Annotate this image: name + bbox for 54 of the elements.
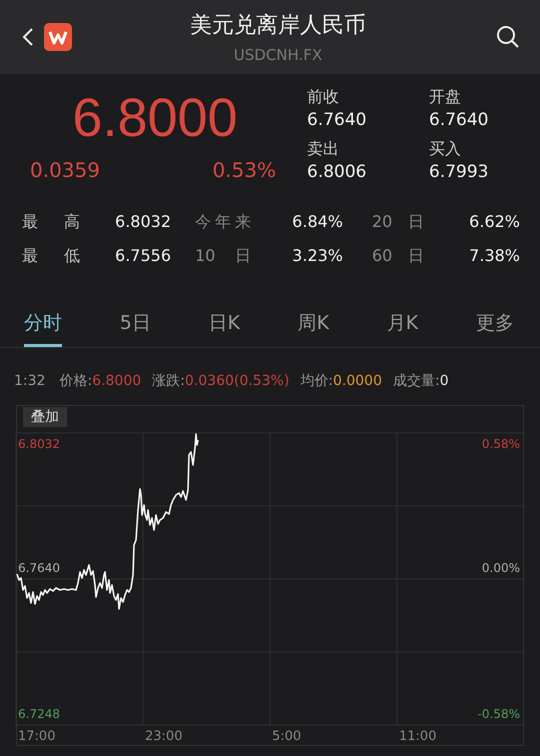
time-axis-label: 17:00 — [18, 729, 56, 744]
field-label: 前收 — [307, 86, 340, 108]
chart-tab[interactable]: 更多 — [476, 310, 514, 347]
time-axis-label: 5:00 — [272, 729, 302, 744]
search-icon[interactable] — [496, 25, 520, 49]
app-logo-icon[interactable] — [44, 23, 72, 51]
time-label: 1:32 — [14, 373, 46, 389]
stat-value: 6.62% — [468, 212, 520, 232]
chart-tab[interactable]: 日K — [208, 310, 240, 347]
stat-label: 今年来 — [195, 212, 251, 232]
info-value: 0 — [440, 373, 449, 389]
time-axis-label: 23:00 — [145, 729, 182, 744]
field-label: 买入 — [429, 138, 462, 160]
current-price: 6.8000 — [71, 87, 239, 150]
percent-change: 0.53% — [212, 158, 276, 182]
stat-label: 10 日 — [195, 246, 251, 266]
stat-value: 6.7556 — [114, 246, 171, 266]
axis-label: -0.58% — [478, 707, 520, 721]
axis-label: 6.7640 — [18, 561, 60, 575]
info-label: 成交量: — [393, 372, 440, 390]
field-value: 6.7993 — [429, 161, 490, 184]
info-value: 0.0000 — [333, 373, 382, 389]
axis-label: 6.7248 — [18, 707, 60, 721]
info-value: 0.0360(0.53%) — [184, 373, 290, 389]
stat-label: 最 低 — [22, 246, 80, 266]
page-title: 美元兑离岸人民币 — [190, 12, 366, 40]
field-value: 6.7640 — [429, 109, 490, 132]
stat-value: 3.23% — [291, 246, 343, 266]
overlay-button[interactable]: 叠加 — [23, 407, 67, 427]
symbol-code: USDCNH.FX — [234, 46, 322, 64]
chart-tab[interactable]: 5日 — [120, 310, 151, 347]
field-value: 6.7640 — [307, 109, 368, 132]
stat-value: 6.84% — [291, 212, 343, 232]
field-label: 卖出 — [307, 138, 340, 160]
axis-label: 0.58% — [482, 437, 520, 451]
chart-tab[interactable]: 月K — [386, 310, 418, 347]
stat-value: 7.38% — [468, 246, 520, 266]
time-axis-label: 11:00 — [399, 729, 436, 744]
info-value: 6.8000 — [92, 373, 142, 389]
price-change: 0.0359 — [30, 158, 100, 182]
field-value: 6.8006 — [307, 161, 368, 184]
back-icon[interactable] — [22, 27, 34, 47]
info-label: 均价: — [300, 372, 333, 390]
field-label: 开盘 — [429, 86, 462, 108]
axis-label: 0.00% — [482, 561, 520, 575]
axis-label: 6.8032 — [18, 437, 60, 451]
stat-label: 60 日 — [372, 246, 424, 266]
stat-value: 6.8032 — [114, 212, 171, 232]
info-label: 涨跌: — [152, 372, 185, 390]
stat-label: 最 高 — [22, 212, 80, 232]
stat-label: 20 日 — [372, 212, 424, 232]
info-label: 价格: — [59, 372, 92, 390]
chart-tab[interactable]: 分时 — [24, 310, 62, 347]
chart-tab[interactable]: 周K — [298, 310, 330, 347]
